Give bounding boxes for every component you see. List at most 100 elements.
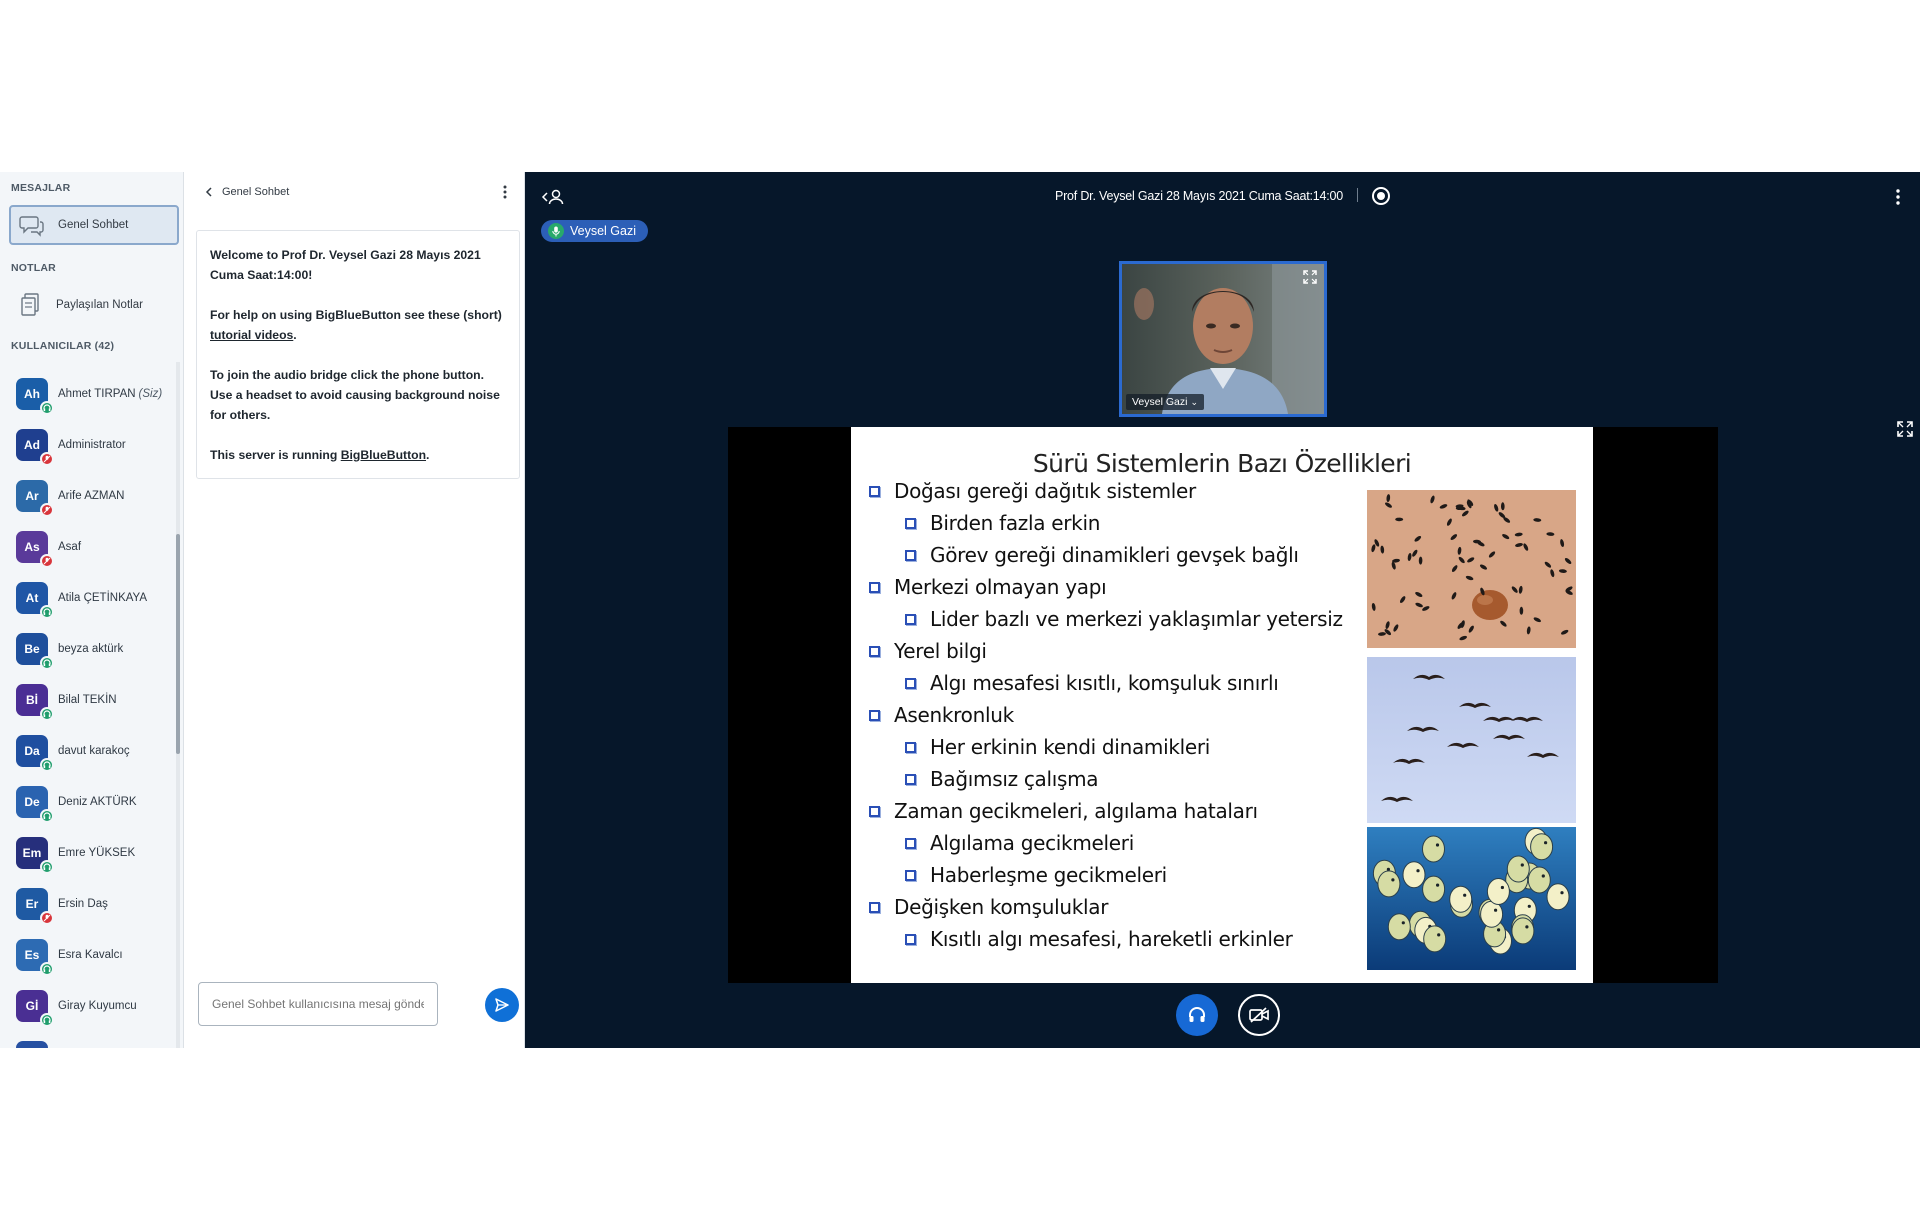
presentation-area: Prof Dr. Veysel Gazi 28 Mayıs 2021 Cuma … bbox=[525, 172, 1920, 1048]
audio-help-text: To join the audio bridge click the phone… bbox=[210, 368, 500, 422]
talking-indicator[interactable]: Veysel Gazi bbox=[541, 220, 649, 242]
user-row[interactable]: Da davut karakoç bbox=[0, 725, 176, 776]
avatar-initials: Es bbox=[24, 947, 40, 962]
slide-sub-bullet: Algılama gecikmeleri bbox=[905, 831, 1134, 855]
avatar-initials: Bİ bbox=[26, 692, 38, 707]
bullet-text: Değişken komşuluklar bbox=[894, 895, 1109, 919]
chat-message-input[interactable] bbox=[198, 982, 438, 1026]
presentation-fullscreen-icon[interactable] bbox=[1894, 418, 1916, 440]
user-row[interactable]: Gİ Giray Kuyumcu bbox=[0, 980, 176, 1031]
bullet-checkbox-icon bbox=[905, 613, 916, 625]
welcome-title: Welcome to Prof Dr. Veysel Gazi 28 Mayıs… bbox=[210, 248, 481, 282]
tutorial-videos-link[interactable]: tutorial videos bbox=[210, 328, 293, 342]
bullet-checkbox-icon bbox=[869, 645, 880, 657]
server-text: This server is running bbox=[210, 448, 341, 462]
avatar: Ar bbox=[16, 479, 54, 517]
avatar-initials: At bbox=[25, 590, 39, 605]
slide-sub-bullet: Haberleşme gecikmeleri bbox=[905, 863, 1167, 887]
bullet-text: Görev gereği dinamikleri gevşek bağlı bbox=[930, 543, 1299, 567]
user-name: Administrator bbox=[58, 439, 126, 451]
avatar-initials: Ah bbox=[24, 386, 40, 401]
webcam-video[interactable]: Veysel Gazi ⌄ bbox=[1119, 261, 1327, 417]
public-chat-nav-item[interactable]: Genel Sohbet bbox=[9, 205, 179, 245]
bullet-checkbox-icon bbox=[905, 869, 916, 881]
bigbluebutton-link[interactable]: BigBlueButton bbox=[341, 448, 426, 462]
user-row[interactable]: Ad Administrator bbox=[0, 419, 176, 470]
user-name-text: Asaf bbox=[58, 540, 82, 553]
public-chat-label: Genel Sohbet bbox=[58, 219, 129, 231]
chat-options-menu-icon[interactable] bbox=[496, 180, 514, 204]
avatar-initials: De bbox=[24, 794, 40, 809]
user-row[interactable]: Be beyza aktürk bbox=[0, 623, 176, 674]
user-row[interactable]: As Asaf bbox=[0, 521, 176, 572]
muted-mic-icon bbox=[40, 910, 54, 925]
webcam-user-label[interactable]: Veysel Gazi ⌄ bbox=[1126, 394, 1204, 410]
slide-sub-bullet: Her erkinin kendi dinamikleri bbox=[905, 735, 1210, 759]
avatar: Er bbox=[16, 887, 54, 925]
bullet-checkbox-icon bbox=[905, 677, 916, 689]
ants-image bbox=[1367, 490, 1576, 648]
audio-headset-button[interactable] bbox=[1176, 994, 1218, 1036]
user-name: Giray Kuyumcu bbox=[58, 1000, 137, 1012]
user-row[interactable]: Em Emre YÜKSEK bbox=[0, 827, 176, 878]
avatar: Gİ bbox=[16, 989, 54, 1027]
chevron-left-icon bbox=[205, 187, 212, 197]
options-menu-icon[interactable] bbox=[1892, 186, 1904, 208]
user-name-text: Bilal TEKİN bbox=[58, 693, 117, 706]
user-list: Ah Ahmet TIRPAN (Siz) Ad Administrator Ar Arif… bbox=[0, 362, 176, 1048]
muted-mic-icon bbox=[40, 553, 54, 568]
webcam-fullscreen-icon[interactable] bbox=[1300, 268, 1320, 286]
user-name: Bilal TEKİN bbox=[58, 694, 117, 706]
user-name-text: beyza aktürk bbox=[58, 642, 124, 655]
user-list-sidebar: MESAJLAR Genel Sohbet NOTLAR Paylaşılan … bbox=[0, 172, 184, 1048]
user-name-text: Emre YÜKSEK bbox=[58, 846, 136, 859]
bullet-text: Algı mesafesi kısıtlı, komşuluk sınırlı bbox=[930, 671, 1279, 695]
user-name: Emre YÜKSEK bbox=[58, 847, 135, 859]
users-section-title: KULLANICILAR (42) bbox=[11, 340, 115, 352]
avatar-initials: Gİ bbox=[25, 998, 39, 1013]
notes-document-icon bbox=[16, 291, 44, 319]
user-name: beyza aktürk bbox=[58, 643, 123, 655]
bullet-checkbox-icon bbox=[905, 741, 916, 753]
user-list-scrollbar[interactable] bbox=[176, 362, 180, 1048]
user-row[interactable]: Ah Ahmet TIRPAN (Siz) bbox=[0, 368, 176, 419]
user-name: Ahmet TIRPAN (Siz) bbox=[58, 388, 162, 400]
talker-name: Veysel Gazi bbox=[570, 224, 637, 238]
user-row[interactable]: GÖGökhan Karacoban bbox=[0, 1031, 176, 1048]
shared-notes-nav-item[interactable]: Paylaşılan Notlar bbox=[9, 285, 179, 325]
share-webcam-button[interactable] bbox=[1238, 994, 1280, 1036]
bullet-text: Doğası gereği dağıtık sistemler bbox=[894, 479, 1196, 503]
user-row[interactable]: Ar Arife AZMAN bbox=[0, 470, 176, 521]
scrollbar-thumb[interactable] bbox=[176, 534, 180, 754]
muted-mic-icon bbox=[40, 502, 54, 517]
chat-header-back-button[interactable]: Genel Sohbet bbox=[202, 180, 289, 204]
title-separator bbox=[1357, 188, 1359, 202]
avatar: Ah bbox=[16, 377, 54, 415]
presenter-video-image bbox=[1122, 264, 1324, 414]
user-row[interactable]: Er Ersin Daş bbox=[0, 878, 176, 929]
slide-sub-bullet: Bağımsız çalışma bbox=[905, 767, 1099, 791]
slide-sub-bullet: Lider bazlı ve merkezi yaklaşımlar yeter… bbox=[905, 607, 1343, 631]
notes-section-title: NOTLAR bbox=[11, 262, 56, 274]
user-row[interactable]: Es Esra Kavalcı bbox=[0, 929, 176, 980]
help-text: For help on using BigBlueButton see thes… bbox=[210, 308, 502, 322]
bullet-checkbox-icon bbox=[905, 837, 916, 849]
meeting-title-text: Prof Dr. Veysel Gazi 28 Mayıs 2021 Cuma … bbox=[1054, 189, 1344, 203]
headset-icon bbox=[1189, 1007, 1205, 1022]
bullet-checkbox-icon bbox=[869, 805, 880, 817]
fish-school-image bbox=[1367, 827, 1576, 970]
user-row[interactable]: At Atila ÇETİNKAYA bbox=[0, 572, 176, 623]
recording-indicator-icon[interactable] bbox=[1372, 187, 1390, 205]
bullet-text: Zaman gecikmeleri, algılama hataları bbox=[894, 799, 1258, 823]
slide-bullet: Değişken komşuluklar bbox=[869, 895, 1108, 919]
send-message-button[interactable] bbox=[485, 988, 519, 1022]
bullet-checkbox-icon bbox=[869, 901, 880, 913]
user-name: Asaf bbox=[58, 541, 81, 553]
avatar: At bbox=[16, 581, 54, 619]
bullet-checkbox-icon bbox=[905, 517, 916, 529]
presentation-slide[interactable]: Sürü Sistemlerin Bazı Özellikleri Doğası… bbox=[851, 427, 1593, 983]
avatar: Da bbox=[16, 734, 54, 772]
user-row[interactable]: Bİ Bilal TEKİN bbox=[0, 674, 176, 725]
slide-bullet: Yerel bilgi bbox=[869, 639, 987, 663]
user-row[interactable]: De Deniz AKTÜRK bbox=[0, 776, 176, 827]
